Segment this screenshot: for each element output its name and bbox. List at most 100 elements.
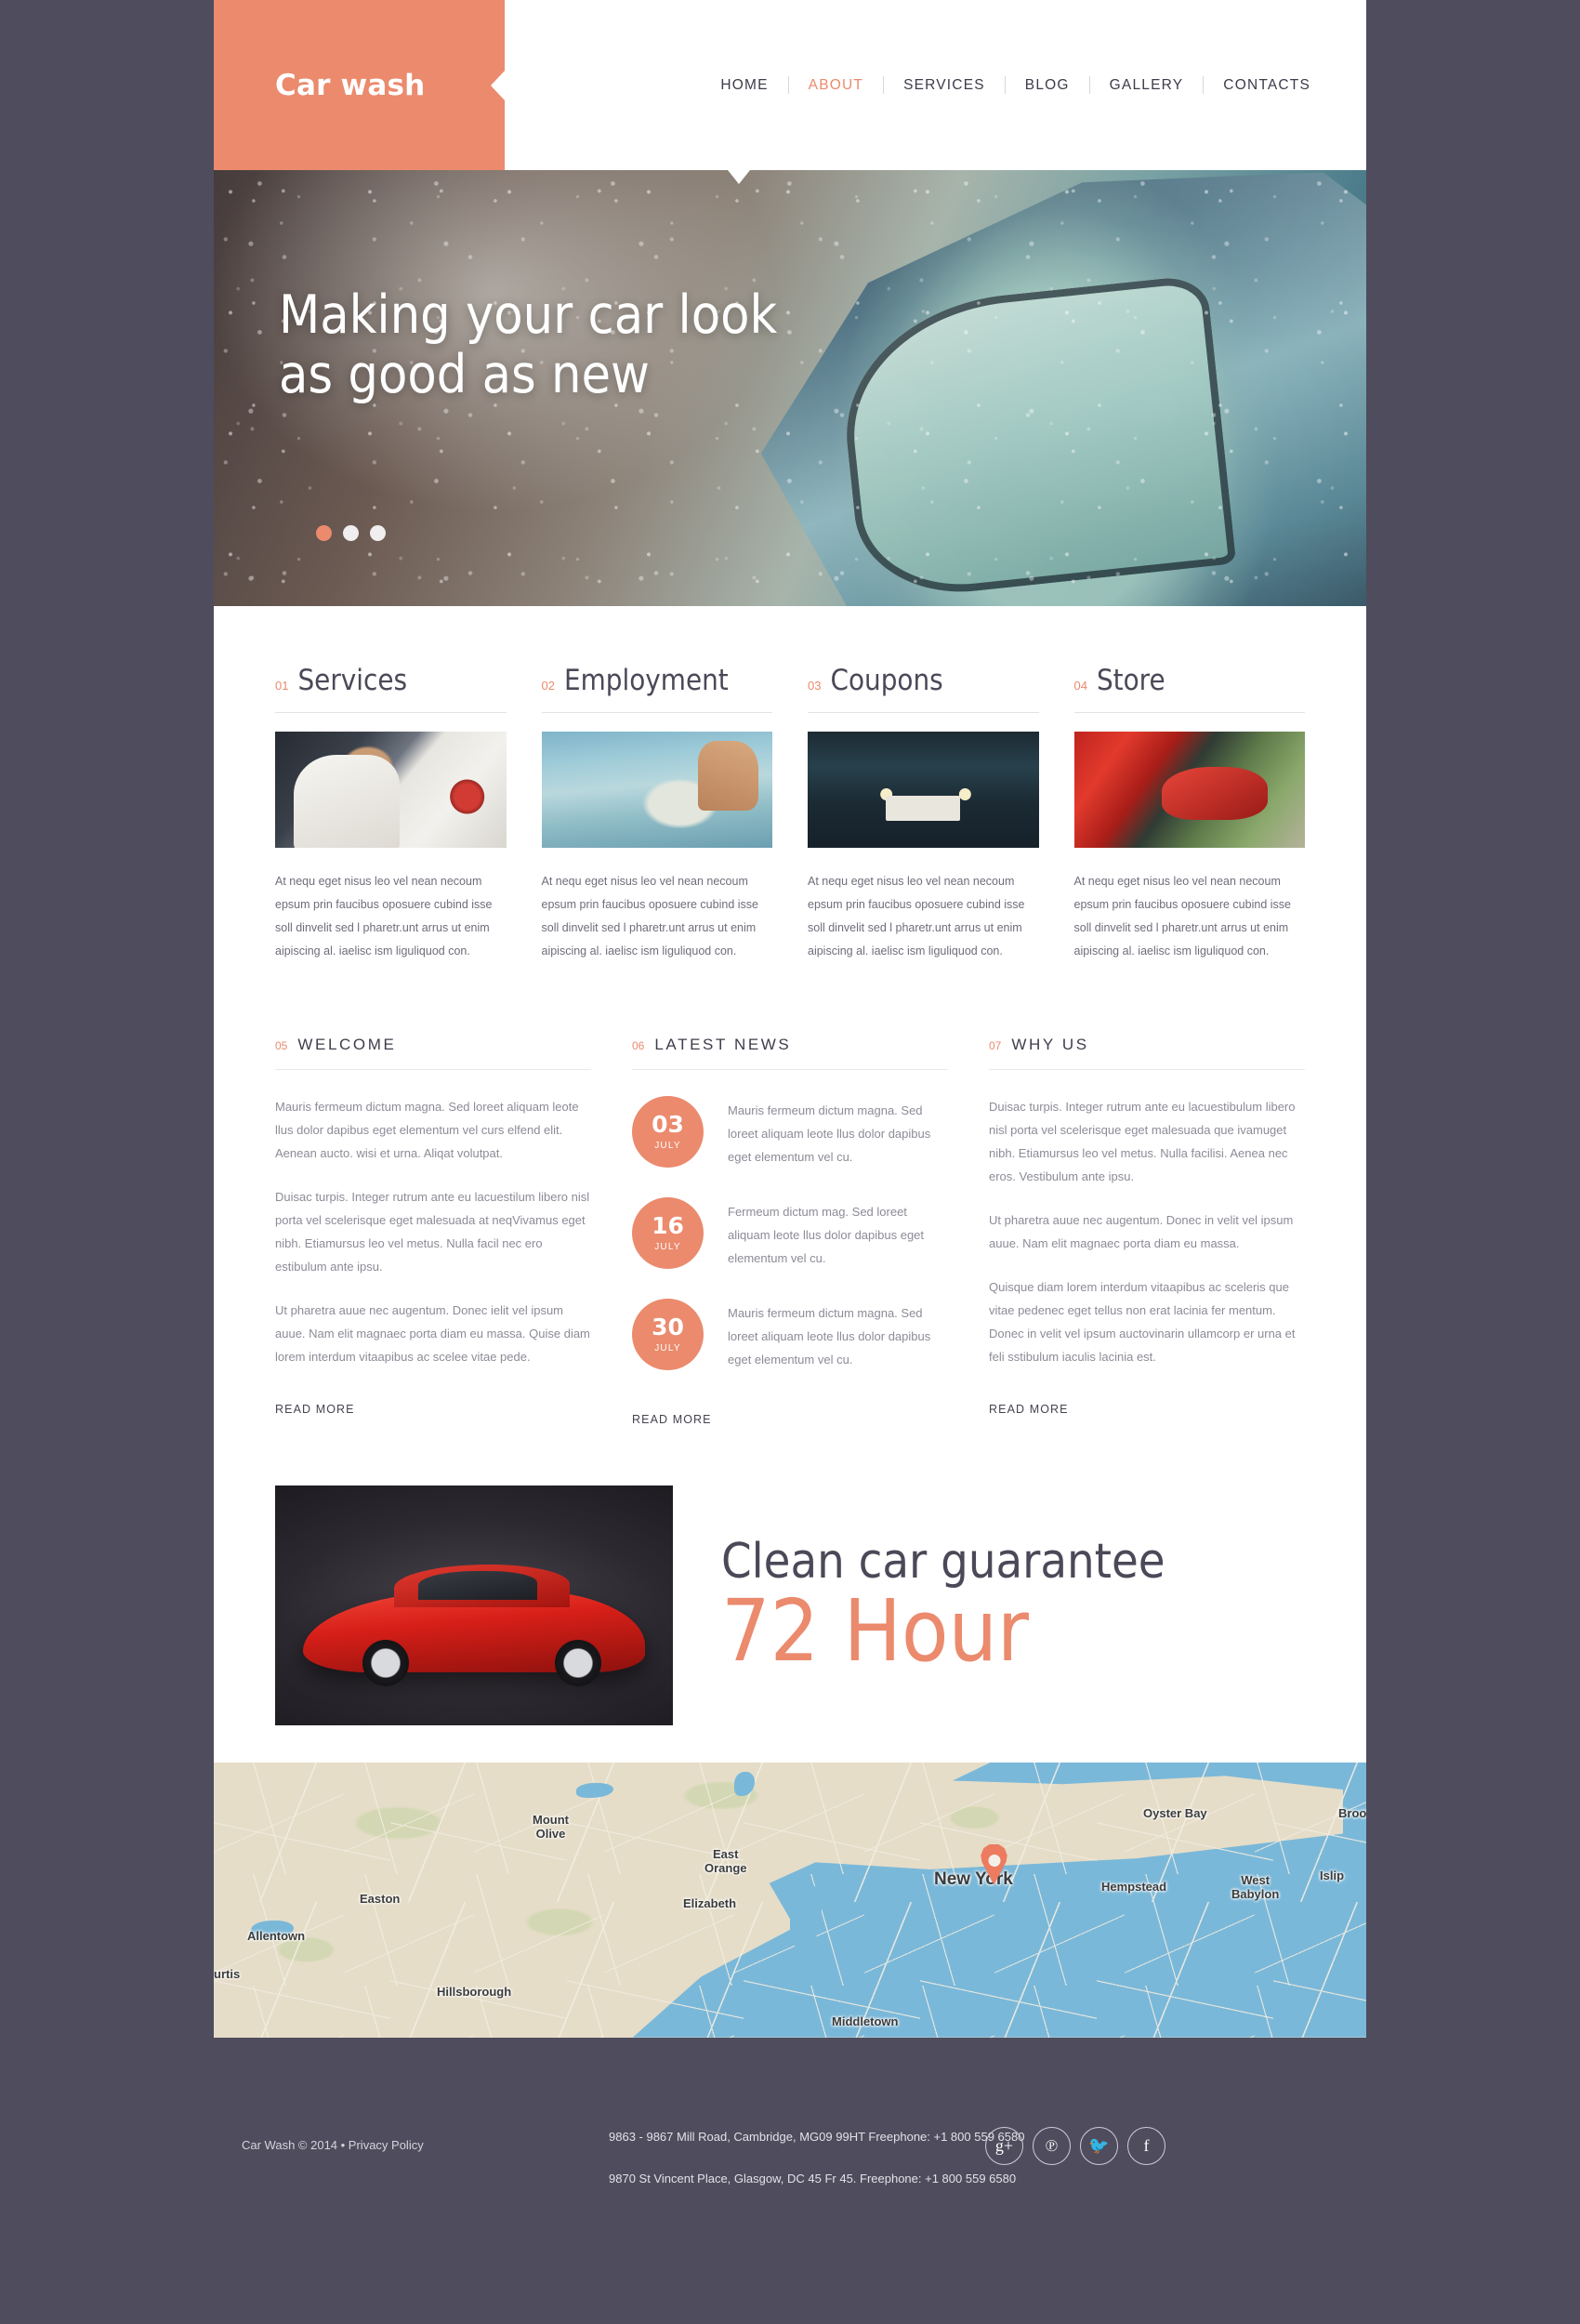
service-description: At nequ eget nisus leo vel nean necoum e… <box>808 875 1025 957</box>
news-item[interactable]: 30 JULY Mauris fermeum dictum magna. Sed l… <box>632 1298 948 1372</box>
service-card-services[interactable]: 01 Services At nequ eget nisus leo vel nea… <box>275 664 507 963</box>
why-us-number: 07 <box>989 1039 1002 1052</box>
footer-addresses: 9863 - 9867 Mill Road, Cambridge, MG09 9… <box>609 2127 1024 2211</box>
latest-news-title: LATEST NEWS <box>654 1036 792 1053</box>
map-label: Hempstead <box>1101 1879 1167 1894</box>
map-label: urtis <box>214 1966 241 1981</box>
promo-car-rear-wheel <box>554 1640 601 1687</box>
map-label: Allentown <box>247 1928 306 1943</box>
nav-item-contacts[interactable]: CONTACTS <box>1204 77 1330 94</box>
service-card-employment[interactable]: 02 Employment At nequ eget nisus leo vel n… <box>541 664 773 963</box>
service-number: 03 <box>808 679 822 693</box>
welcome-read-more-link[interactable]: READ MORE <box>275 1403 355 1416</box>
service-thumbnail[interactable] <box>1073 732 1305 848</box>
hero-slider: Making your car look as good as new <box>214 170 1366 606</box>
service-divider <box>275 712 507 713</box>
map-label: Brookhaven <box>1338 1805 1366 1820</box>
why-us-paragraph-3: Quisque diam lorem interdum vitaapibus a… <box>989 1279 1296 1364</box>
promo-text: Clean car guarantee 72 Hour <box>673 1486 1305 1725</box>
google-plus-icon[interactable]: g+ <box>985 2127 1023 2165</box>
site-header: Car wash HOME ABOUT SERVICES BLOG GALLERY CON… <box>214 0 1366 184</box>
service-divider <box>1073 712 1305 713</box>
service-title: Employment <box>563 664 729 697</box>
pinterest-icon[interactable]: ℗ <box>1033 2127 1071 2165</box>
hero-slider-dot-2[interactable] <box>343 525 359 541</box>
service-heading: 04 Store <box>1074 664 1306 697</box>
news-item[interactable]: 16 JULY Fermeum dictum mag. Sed loreet ali… <box>632 1196 948 1271</box>
welcome-divider <box>275 1069 591 1070</box>
news-excerpt: Fermeum dictum mag. Sed loreet aliquam l… <box>728 1204 925 1265</box>
hero-slider-dot-1[interactable] <box>316 525 332 541</box>
twitter-icon[interactable]: 🐦 <box>1080 2127 1118 2165</box>
service-thumbnail[interactable] <box>275 732 507 848</box>
service-card-coupons[interactable]: 03 Coupons At nequ eget nisus leo vel nean… <box>808 664 1039 963</box>
nav-item-about[interactable]: ABOUT <box>789 77 883 94</box>
footer-address: 9863 - 9867 Mill Road, Cambridge, MG09 9… <box>609 2130 1025 2144</box>
why-us-title: WHY US <box>1011 1036 1089 1053</box>
nav-item-home[interactable]: HOME <box>701 77 787 94</box>
hero-slider-dots <box>316 525 386 541</box>
service-card-store[interactable]: 04 Store At nequ eget nisus leo vel nean n… <box>1073 664 1306 963</box>
latest-news-divider <box>632 1069 948 1070</box>
map-label: New York <box>934 1868 1013 1889</box>
service-divider <box>541 712 772 713</box>
service-heading: 03 Coupons <box>808 664 1039 697</box>
latest-news-column: 06 LATEST NEWS 03 JULY Mauris fermeum dict… <box>632 1036 948 1428</box>
nav-item-blog[interactable]: BLOG <box>1006 77 1089 94</box>
service-title: Services <box>297 664 408 697</box>
hero-headline: Making your car look as good as new <box>279 284 778 405</box>
promo-banner: Clean car guarantee 72 Hour <box>275 1485 1305 1763</box>
latest-news-read-more-link[interactable]: READ MORE <box>632 1413 712 1426</box>
footer-social-links: g+ ℗ 🐦 f <box>985 2127 1165 2165</box>
map-label: West Babylon <box>1231 1872 1280 1901</box>
service-number: 02 <box>541 679 555 693</box>
logo-text: Car wash <box>275 68 426 102</box>
promo-car-glass-shape <box>418 1571 538 1601</box>
welcome-paragraph-3: Ut pharetra auue nec augentum. Donec iel… <box>275 1302 590 1364</box>
news-list: 03 JULY Mauris fermeum dictum magna. Sed l… <box>632 1096 948 1372</box>
welcome-paragraph-2: Duisac turpis. Integer rutrum ante eu la… <box>275 1189 590 1274</box>
footer-copyright: Car Wash © 2014 • Privacy Policy <box>242 2138 424 2152</box>
service-description: At nequ eget nisus leo vel nean necoum e… <box>275 875 493 957</box>
news-excerpt: Mauris fermeum dictum magna. Sed loreet … <box>728 1305 931 1367</box>
news-item[interactable]: 03 JULY Mauris fermeum dictum magna. Sed l… <box>632 1096 948 1169</box>
hero-slider-dot-3[interactable] <box>370 525 386 541</box>
facebook-icon[interactable]: f <box>1127 2127 1165 2165</box>
promo-headline: Clean car guarantee <box>721 1533 1165 1590</box>
service-title: Coupons <box>830 664 943 697</box>
news-date-badge: 16 JULY <box>632 1196 704 1269</box>
why-us-paragraph-2: Ut pharetra auue nec augentum. Donec in … <box>989 1212 1294 1250</box>
service-thumbnail[interactable] <box>541 732 772 848</box>
map-label: Elizabeth <box>683 1895 737 1910</box>
service-title: Store <box>1096 664 1165 697</box>
news-month: JULY <box>654 1342 681 1353</box>
nav-item-gallery[interactable]: GALLERY <box>1090 77 1204 94</box>
service-description: At nequ eget nisus leo vel nean necoum e… <box>1073 875 1291 957</box>
welcome-heading: 05 WELCOME <box>275 1036 591 1054</box>
welcome-paragraph-1: Mauris fermeum dictum magna. Sed loreet … <box>275 1100 579 1160</box>
page-root: Car wash HOME ABOUT SERVICES BLOG GALLERY CON… <box>0 0 1580 2324</box>
news-day: 03 <box>652 1111 684 1138</box>
welcome-number: 05 <box>275 1039 288 1052</box>
map-label: Islip <box>1320 1868 1345 1882</box>
location-map[interactable]: Allentown Easton urtis Mount Olive Hillsboro… <box>214 1762 1366 2038</box>
news-date-badge: 03 JULY <box>632 1096 704 1168</box>
service-heading: 02 Employment <box>542 664 773 697</box>
why-us-heading: 07 WHY US <box>989 1036 1305 1054</box>
main-nav: HOME ABOUT SERVICES BLOG GALLERY CONTACTS <box>505 0 1366 170</box>
three-column-row: 05 WELCOME Mauris fermeum dictum magna. … <box>275 963 1305 1428</box>
service-thumbnail[interactable] <box>808 732 1039 848</box>
active-nav-pointer-icon <box>728 170 750 184</box>
welcome-column: 05 WELCOME Mauris fermeum dictum magna. … <box>275 1036 591 1428</box>
latest-news-heading: 06 LATEST NEWS <box>632 1036 948 1054</box>
why-us-paragraph-1: Duisac turpis. Integer rutrum ante eu la… <box>989 1100 1296 1183</box>
service-number: 01 <box>275 679 289 693</box>
why-us-read-more-link[interactable]: READ MORE <box>989 1403 1069 1416</box>
service-heading: 01 Services <box>275 664 507 697</box>
latest-news-number: 06 <box>632 1039 645 1052</box>
map-label: East Orange <box>704 1846 747 1875</box>
map-label: Oyster Bay <box>1143 1805 1207 1820</box>
logo[interactable]: Car wash <box>214 0 506 170</box>
service-number: 04 <box>1073 679 1087 693</box>
nav-item-services[interactable]: SERVICES <box>884 77 1005 94</box>
